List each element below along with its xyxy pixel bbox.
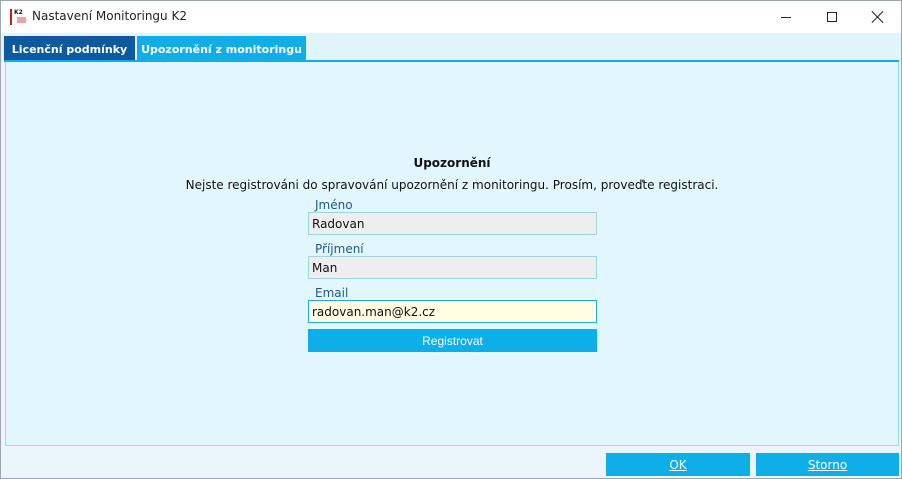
minimize-icon: [781, 16, 791, 18]
title-bar[interactable]: K2 Nastavení Monitoringu K2: [1, 1, 901, 33]
tab-upozorneni-z-monitoringu[interactable]: Upozornění z monitoringu: [137, 36, 306, 62]
notice-heading: Upozornění: [413, 156, 491, 170]
first-name-label: Jméno: [315, 198, 353, 212]
register-button[interactable]: Registrovat: [308, 329, 597, 352]
window-title: Nastavení Monitoringu K2: [32, 9, 187, 23]
maximize-button[interactable]: [809, 1, 855, 33]
k2-app-icon: K2: [10, 9, 26, 25]
close-icon: [872, 11, 884, 23]
notice-message: Nejste registrováni do spravování upozor…: [185, 178, 719, 192]
email-field[interactable]: [308, 300, 597, 323]
email-label: Email: [315, 286, 349, 300]
tab-strip: Licenční podmínky Upozornění z monitorin…: [1, 33, 901, 62]
ok-button[interactable]: OK: [606, 453, 750, 476]
last-name-field[interactable]: [308, 256, 597, 279]
tab-licencni-podminky[interactable]: Licenční podmínky: [4, 36, 135, 62]
minimize-button[interactable]: [763, 1, 809, 33]
first-name-field[interactable]: [308, 212, 597, 235]
last-name-label: Příjmení: [315, 242, 364, 256]
app-icon-label: K2: [14, 9, 23, 16]
dialog-window: K2 Nastavení Monitoringu K2 Licenční pod…: [0, 0, 902, 479]
close-button[interactable]: [855, 1, 901, 33]
maximize-icon: [827, 12, 837, 22]
content-panel: [5, 62, 899, 446]
cancel-button[interactable]: Storno: [756, 453, 899, 476]
app-icon-mark: [17, 17, 26, 23]
